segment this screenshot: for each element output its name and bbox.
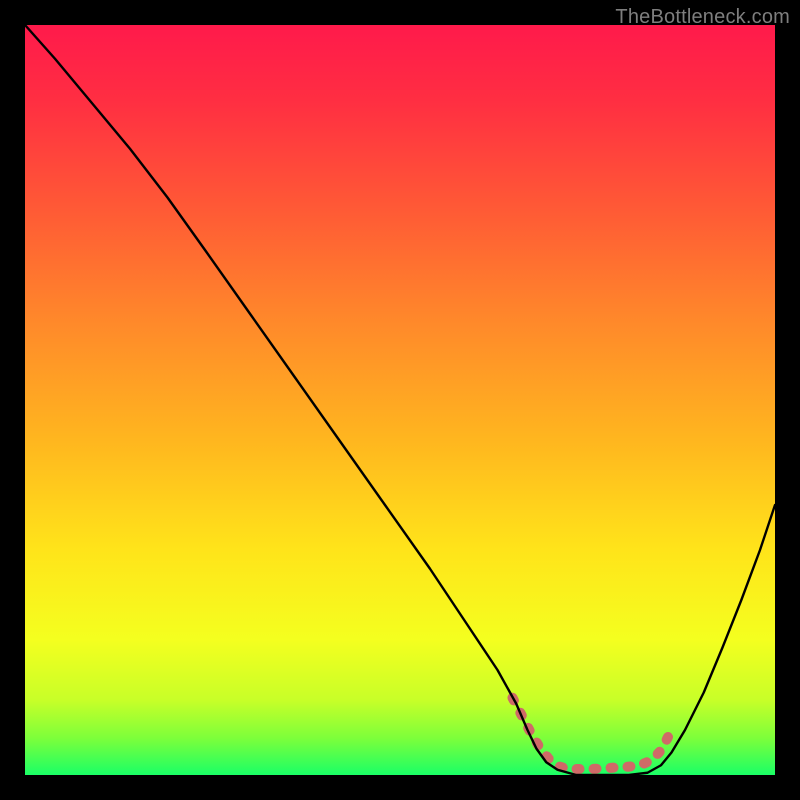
highlight-dotted-segment <box>513 698 669 769</box>
chart-plot-area <box>25 25 775 775</box>
attribution-text: TheBottleneck.com <box>615 6 790 29</box>
chart-lines-layer <box>25 25 775 775</box>
main-curve-line <box>25 25 775 775</box>
